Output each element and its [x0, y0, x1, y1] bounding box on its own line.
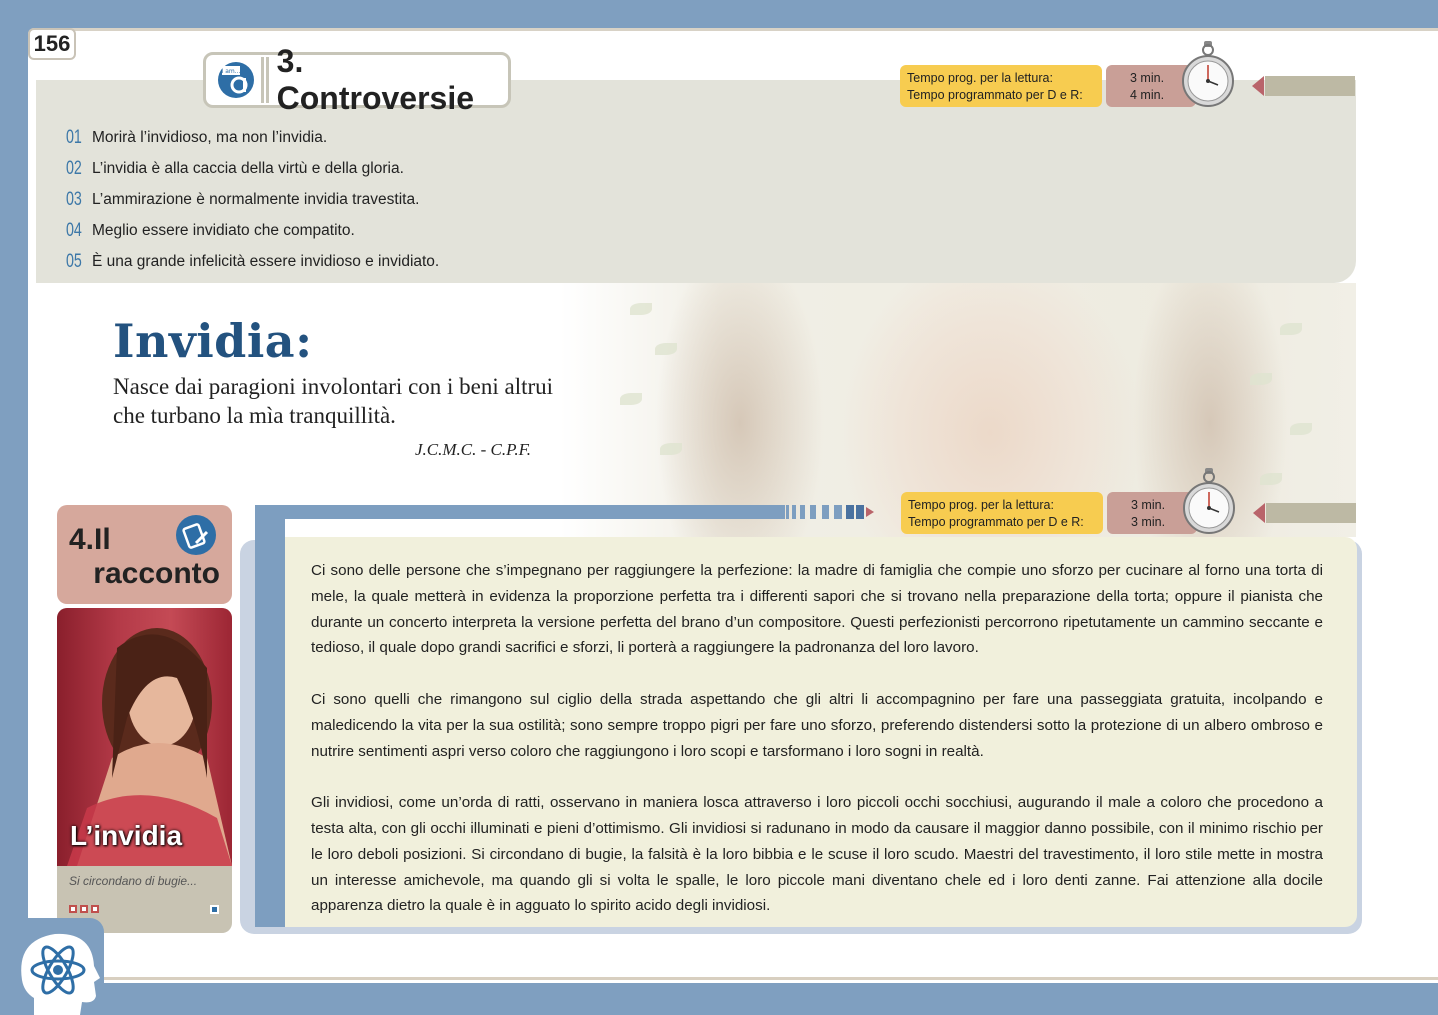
section-title: 3. Controversie — [276, 43, 475, 116]
book-pen-icon — [176, 515, 216, 555]
pager-dot[interactable] — [91, 905, 99, 913]
reading-time-label: Tempo prog. per la lettura: — [908, 498, 1054, 512]
stopwatch-icon — [1183, 468, 1235, 534]
quote-text: L’invidia è alla caccia della virtù e de… — [92, 159, 404, 177]
timer-flag — [1253, 503, 1358, 523]
reading-timer-1: Tempo prog. per la lettura: Tempo progra… — [900, 41, 1357, 107]
flag-tip — [1253, 503, 1265, 523]
quote-number: 03 — [66, 188, 82, 210]
leaf-decoration — [1290, 423, 1312, 435]
page-number: 156 — [28, 28, 76, 60]
flag-tip — [1252, 76, 1264, 96]
leaf-decoration — [620, 393, 642, 405]
section-title: racconto — [93, 557, 220, 590]
hero-line-1: Nasce dai paragioni involontari con i be… — [113, 374, 554, 399]
leaf-decoration — [660, 443, 682, 455]
pager-dot[interactable] — [69, 905, 77, 913]
section-number: 4.Il — [69, 523, 111, 556]
frame-top-bar — [255, 505, 785, 519]
story-card[interactable]: L’invidia Si circondano di bugie... — [57, 608, 232, 933]
i-am-logo-icon: I am... — [212, 57, 264, 103]
pager-dot[interactable] — [80, 905, 88, 913]
flag-bar — [1265, 76, 1355, 96]
controversie-header: I am... 3. Controversie — [203, 43, 511, 116]
timer-flag — [1252, 76, 1357, 96]
quote-text: È una grande infelicità essere invidioso… — [92, 252, 440, 270]
quotes-list: 01 Morirà l’invidioso, ma non l’invidia. … — [66, 122, 439, 277]
leaf-decoration — [655, 343, 677, 355]
list-item: 05 È una grande infelicità essere invidio… — [66, 246, 439, 277]
leaf-decoration — [1250, 373, 1272, 385]
story-paragraph: Ci sono quelli che rimangono sul ciglio … — [311, 690, 1323, 760]
card-marker[interactable] — [210, 905, 219, 914]
header-divider — [264, 57, 269, 103]
card-caption: Si circondano di bugie... — [69, 874, 198, 888]
list-item: 03 L’ammirazione è normalmente invidia tr… — [66, 184, 439, 215]
hero-line-2: che turbano la mìa tranquillità. — [113, 403, 396, 428]
discussion-time-label: Tempo programmato per D e R: — [908, 515, 1084, 529]
leaf-decoration — [1260, 473, 1282, 485]
quote-number: 04 — [66, 219, 82, 241]
page-bottom-rule — [100, 977, 1438, 980]
story-text: Ci sono delle persone che s’impegnano pe… — [311, 558, 1323, 945]
quote-number: 05 — [66, 250, 82, 272]
quote-text: Meglio essere invidiato che compatito. — [92, 221, 355, 239]
hero-author: J.C.M.C. - C.P.F. — [415, 440, 532, 459]
reading-time-label: Tempo prog. per la lettura: — [907, 71, 1053, 85]
leaf-decoration — [630, 303, 652, 315]
atom-head-icon — [21, 933, 101, 1015]
card-pager[interactable] — [69, 905, 99, 913]
list-item: 02 L’invidia è alla caccia della virtù e … — [66, 153, 439, 184]
timer-labels: Tempo prog. per la lettura: Tempo progra… — [901, 492, 1103, 534]
list-item: 01 Morirà l’invidioso, ma non l’invidia. — [66, 122, 439, 153]
racconto-header: 4.Il racconto — [57, 505, 232, 604]
leaf-decoration — [1280, 323, 1302, 335]
story-paragraph: Ci sono delle persone che s’impegnano pe… — [311, 562, 1323, 657]
list-item: 04 Meglio essere invidiato che compatito. — [66, 215, 439, 246]
quote-number: 02 — [66, 157, 82, 179]
flag-bar — [1266, 503, 1356, 523]
frame-stripes — [780, 505, 874, 519]
quote-text: L’ammirazione è normalmente invidia trav… — [92, 190, 420, 208]
hero-title: Invidia: — [113, 314, 313, 368]
timer-labels: Tempo prog. per la lettura: Tempo progra… — [900, 65, 1102, 107]
atom-head-logo — [10, 918, 104, 1015]
story-paragraph: Gli invidiosi, come un’orda di ratti, os… — [311, 794, 1323, 915]
svg-text:I am...: I am... — [222, 68, 241, 75]
stopwatch-icon — [1182, 41, 1234, 107]
quote-text: Morirà l’invidioso, ma non l’invidia. — [92, 128, 328, 146]
quote-number: 01 — [66, 126, 82, 148]
card-title: L’invidia — [70, 820, 183, 851]
reading-timer-2: Tempo prog. per la lettura: Tempo progra… — [901, 468, 1358, 534]
discussion-time-label: Tempo programmato per D e R: — [907, 88, 1083, 102]
frame-left-bar — [255, 505, 285, 927]
hero-subtitle: Nasce dai paragioni involontari con i be… — [113, 372, 573, 430]
